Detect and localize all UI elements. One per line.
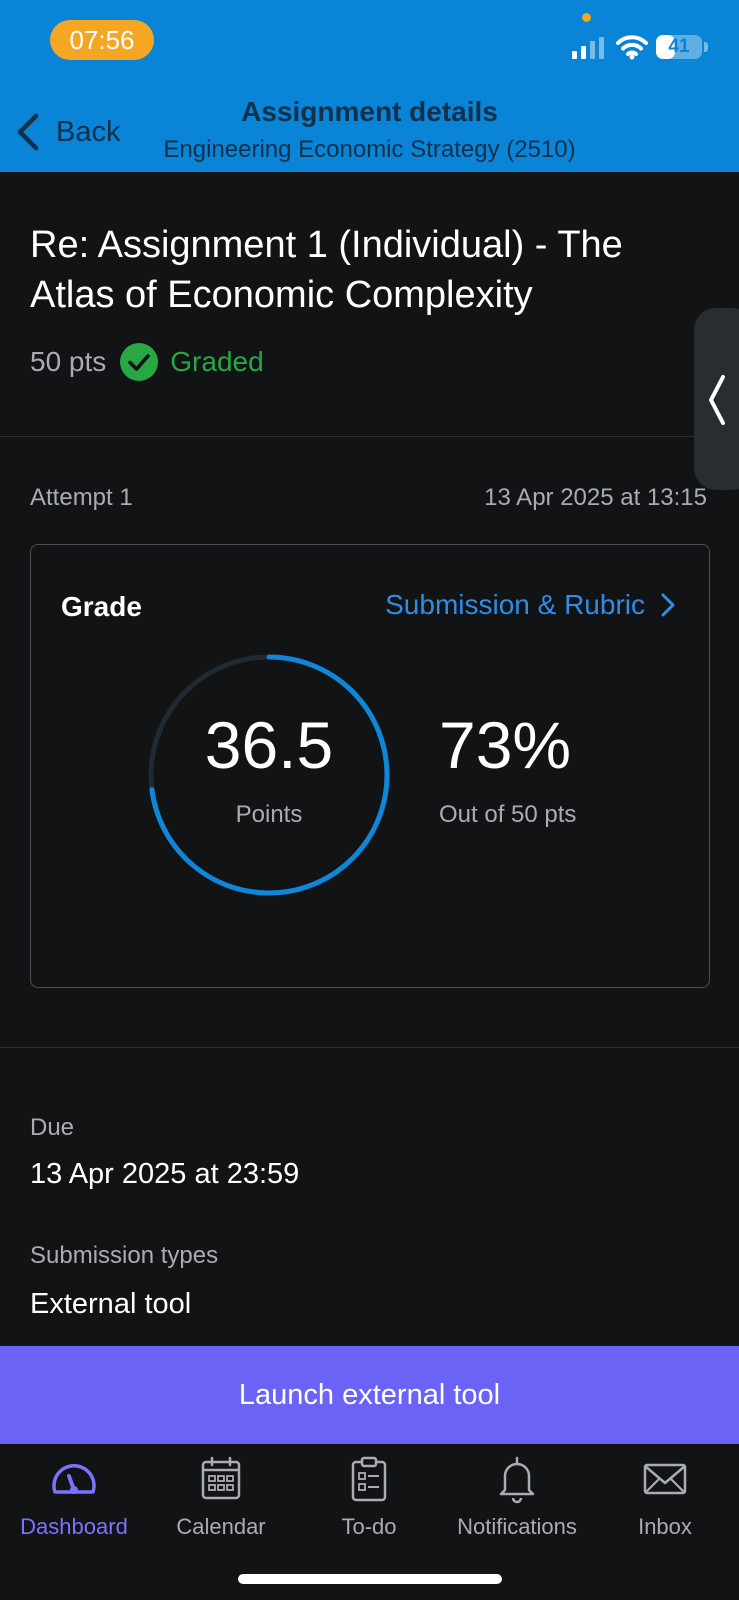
assignment-meta: 50 pts Graded bbox=[30, 340, 264, 384]
privacy-indicator-dot bbox=[582, 13, 591, 22]
calendar-icon bbox=[201, 1456, 241, 1500]
due-label: Due bbox=[30, 1114, 75, 1141]
tab-inbox[interactable]: Inbox bbox=[591, 1454, 739, 1554]
battery-tip bbox=[704, 42, 708, 52]
todo-icon bbox=[351, 1456, 387, 1502]
tab-label: Dashboard bbox=[20, 1514, 128, 1539]
bell-icon bbox=[499, 1456, 535, 1504]
check-circle-icon bbox=[120, 343, 159, 381]
top-bar: 07:56 41 Back Assignment details Enginee… bbox=[0, 0, 739, 172]
chevron-left-icon bbox=[709, 375, 725, 425]
tab-calendar[interactable]: Calendar bbox=[147, 1454, 295, 1554]
percent-value: 73% bbox=[439, 708, 572, 782]
tab-dashboard[interactable]: Dashboard bbox=[0, 1454, 148, 1554]
tab-label: Notifications bbox=[457, 1514, 577, 1539]
due-value: 13 Apr 2025 at 23:59 bbox=[30, 1158, 300, 1190]
section-divider bbox=[0, 436, 739, 437]
page-title: Assignment details bbox=[241, 96, 498, 127]
attempt-label: Attempt 1 bbox=[30, 484, 133, 511]
submission-types-value: External tool bbox=[30, 1288, 192, 1320]
attempt-date: 13 Apr 2025 at 13:15 bbox=[484, 484, 707, 511]
status-badge: Graded bbox=[170, 346, 264, 377]
percent-label: Out of 50 pts bbox=[439, 801, 577, 828]
course-subtitle: Engineering Economic Strategy (2510) bbox=[163, 136, 576, 163]
wifi-icon bbox=[616, 35, 648, 60]
battery-percent: 41 bbox=[668, 36, 690, 57]
launch-external-tool-button[interactable]: Launch external tool bbox=[0, 1346, 739, 1444]
cellular-signal-icon bbox=[572, 37, 604, 59]
points-label: Points bbox=[235, 801, 303, 828]
side-drawer-handle[interactable] bbox=[694, 308, 739, 490]
tab-label: Calendar bbox=[176, 1514, 266, 1539]
submission-rubric-link[interactable]: Submission & Rubric bbox=[385, 589, 675, 621]
grade-card: Grade Submission & Rubric 36.5 Points 73… bbox=[30, 544, 710, 988]
submission-types-label: Submission types bbox=[30, 1242, 219, 1269]
dashboard-icon bbox=[52, 1464, 96, 1494]
tab-label: To-do bbox=[341, 1514, 397, 1539]
battery-indicator: 41 bbox=[656, 35, 702, 59]
assignment-points: 50 pts bbox=[30, 346, 107, 377]
tab-todo[interactable]: To-do bbox=[295, 1454, 443, 1554]
grade-label: Grade bbox=[61, 591, 142, 622]
tab-notifications[interactable]: Notifications bbox=[443, 1454, 591, 1554]
points-value: 36.5 bbox=[204, 708, 334, 782]
status-time: 07:56 bbox=[50, 20, 154, 60]
chevron-right-icon bbox=[661, 593, 675, 617]
assignment-title: Re: Assignment 1 (Individual) - The Atla… bbox=[30, 224, 623, 316]
mail-icon bbox=[643, 1463, 687, 1495]
rubric-link-label: Submission & Rubric bbox=[385, 589, 645, 620]
tab-label: Inbox bbox=[638, 1514, 692, 1539]
home-indicator bbox=[238, 1574, 502, 1584]
section-divider bbox=[0, 1047, 739, 1048]
